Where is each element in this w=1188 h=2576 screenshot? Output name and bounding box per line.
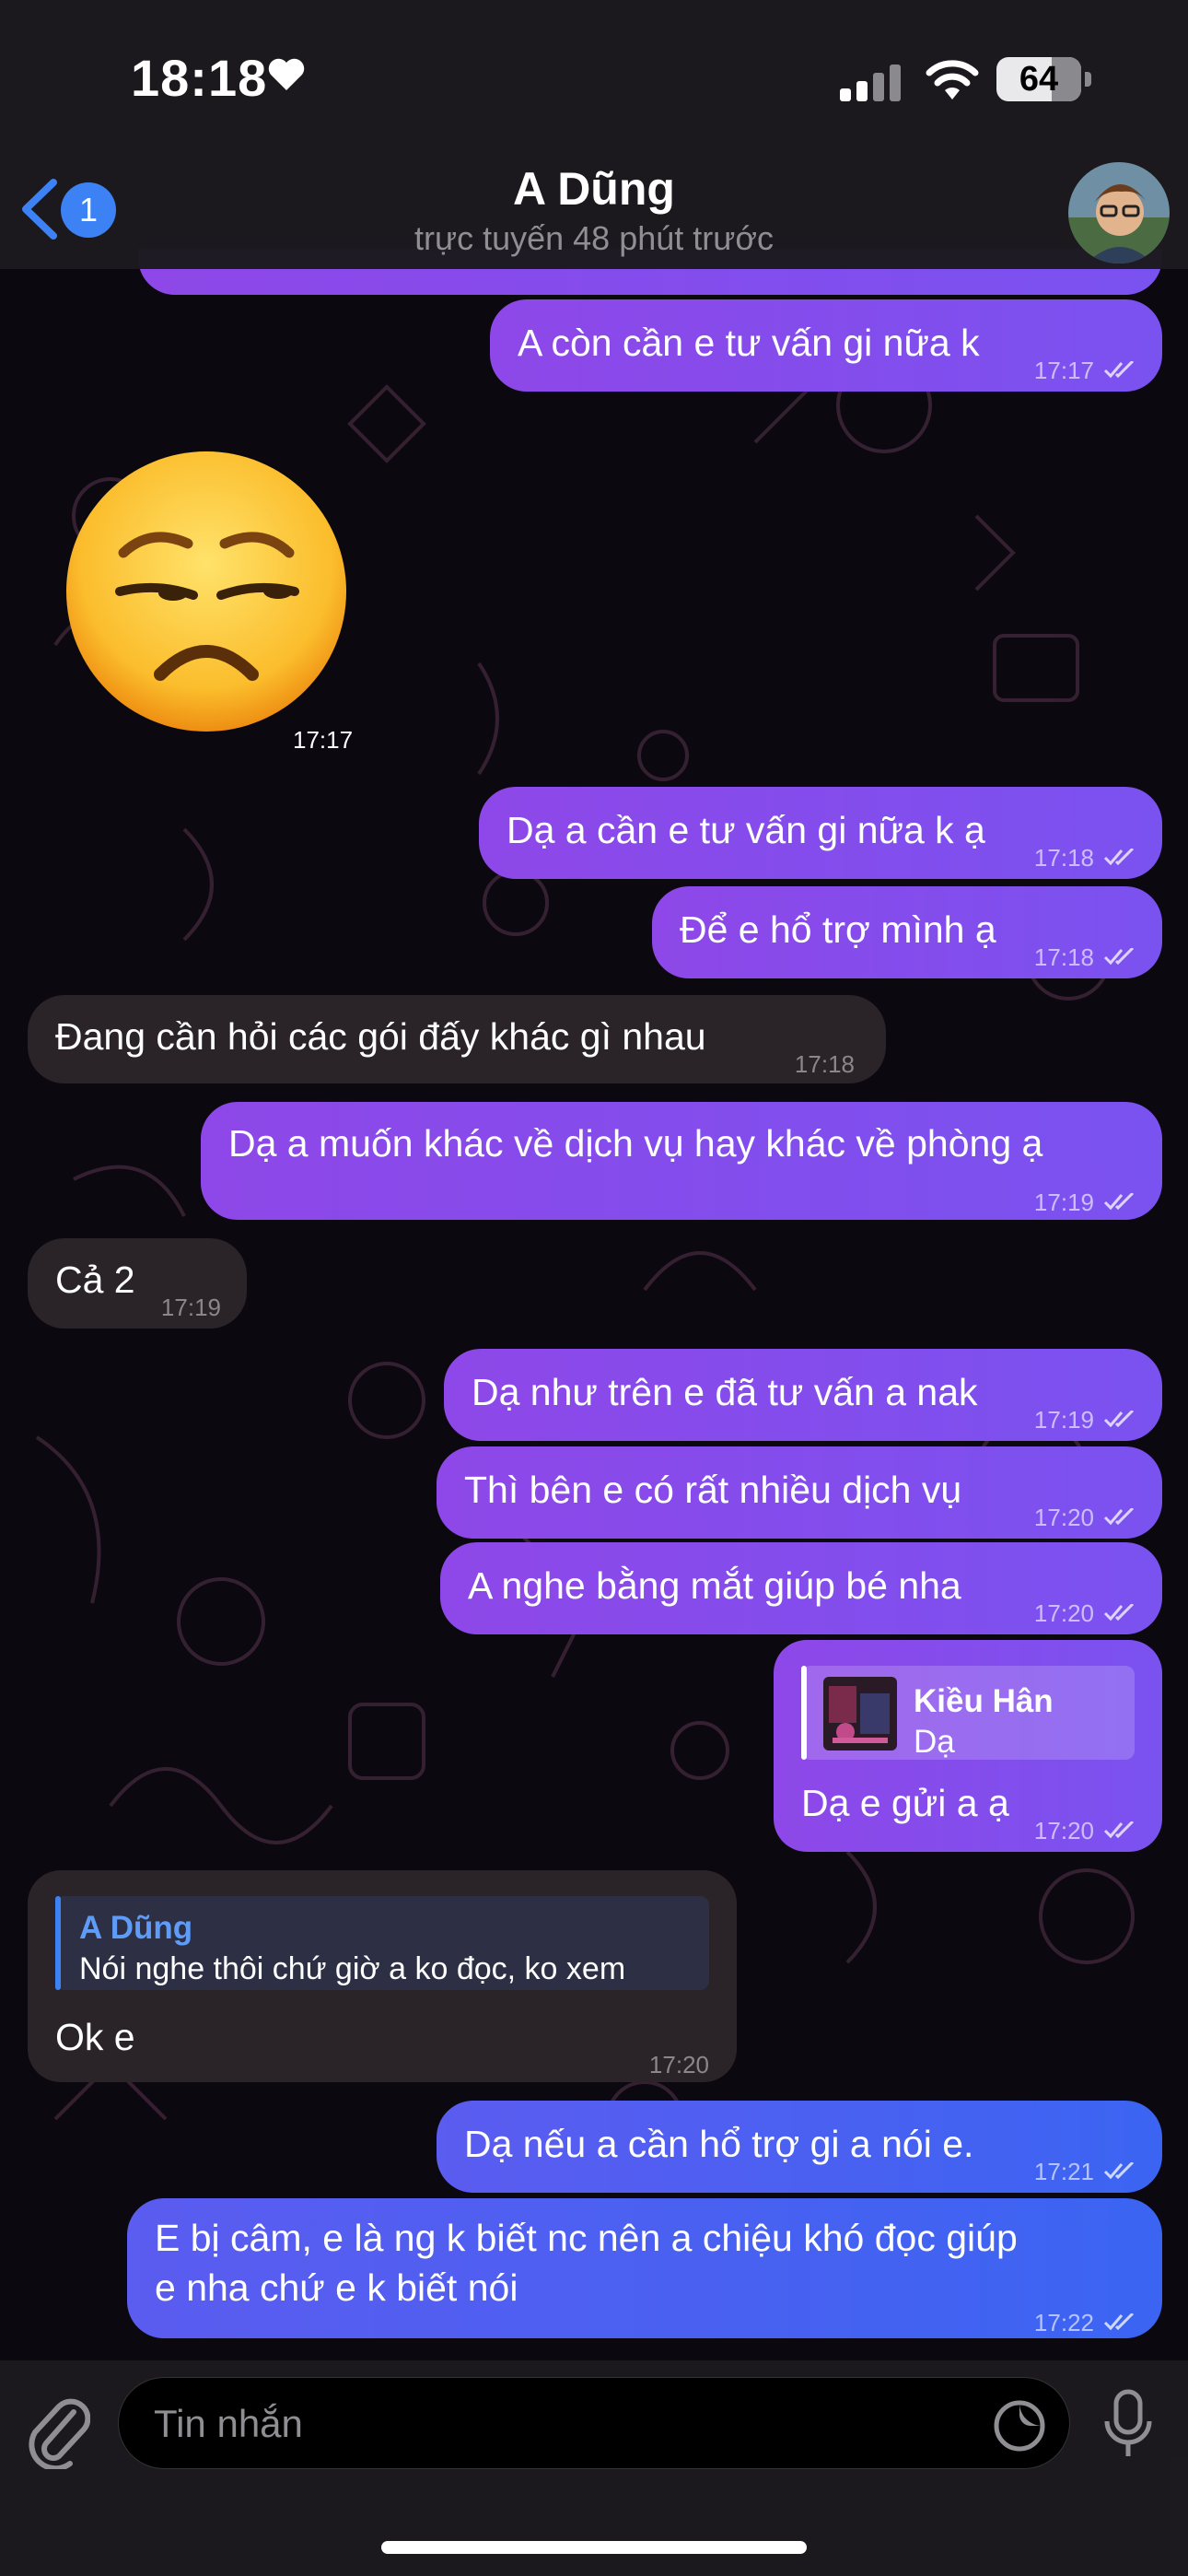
- microphone-icon[interactable]: [1096, 2388, 1160, 2462]
- status-time: 18:18: [131, 49, 268, 107]
- message-text: Dạ e gửi a ạ: [801, 1782, 1009, 1824]
- read-ticks-icon: [1103, 948, 1135, 966]
- read-ticks-icon: [1103, 361, 1135, 379]
- message-time: 17:19: [160, 1294, 221, 1321]
- message-bubble-outgoing[interactable]: A nghe bằng mắt giúp bé nha 17:20: [440, 1542, 1162, 1634]
- message-time: 17:19: [1033, 1406, 1094, 1434]
- home-indicator: [381, 2541, 807, 2554]
- reply-preview[interactable]: A Dũng Nói nghe thôi chứ giờ a ko đọc, k…: [55, 1896, 709, 1990]
- read-ticks-icon: [1103, 1821, 1135, 1839]
- message-text: Dạ a cần e tư vấn gi nữa k ạ: [507, 809, 985, 851]
- message-bubble-outgoing[interactable]: Dạ nếu a cần hổ trợ gi a nói e. 17:21: [437, 2101, 1162, 2193]
- read-ticks-icon: [1103, 2313, 1135, 2331]
- message-bubble-incoming[interactable]: Đang cần hỏi các gói đấy khác gì nhau 17…: [28, 995, 886, 1083]
- message-bubble-outgoing[interactable]: Dạ a muốn khác về dịch vụ hay khác về ph…: [201, 1102, 1162, 1220]
- message-bubble-outgoing[interactable]: Để e hổ trợ mình ạ 17:18: [652, 886, 1162, 978]
- message-meta: 17:20: [1034, 1588, 1136, 1638]
- sticker-icon[interactable]: [992, 2398, 1047, 2453]
- message-text-line1: E bị câm, e là ng k biết nc nên a chiệu …: [155, 2217, 1018, 2259]
- message-meta: 17:19: [1034, 1177, 1136, 1227]
- reply-preview[interactable]: Kiều Hân Dạ: [801, 1666, 1135, 1760]
- message-bubble-outgoing[interactable]: E bị câm, e là ng k biết nc nên a chiệu …: [127, 2198, 1162, 2338]
- message-input[interactable]: Tin nhắn: [118, 2377, 1070, 2469]
- message-text-line2: e nha chứ e k biết nói: [155, 2266, 518, 2309]
- message-meta: 17:22: [1034, 2298, 1136, 2348]
- read-ticks-icon: [1103, 1604, 1135, 1622]
- message-time: 17:20: [648, 2051, 709, 2078]
- message-text: A còn cần e tư vấn gi nữa k: [518, 322, 980, 364]
- message-text: Dạ a muốn khác về dịch vụ hay khác về ph…: [228, 1122, 1043, 1165]
- message-time: 17:19: [1033, 1188, 1094, 1216]
- unamused-face-icon: [66, 451, 346, 732]
- reply-thumbnail: [823, 1677, 897, 1751]
- sticker-emoji[interactable]: [59, 444, 354, 739]
- message-bubble-incoming-reply[interactable]: A Dũng Nói nghe thôi chứ giờ a ko đọc, k…: [28, 1870, 737, 2082]
- reply-snippet: Nói nghe thôi chứ giờ a ko đọc, ko xem: [79, 1951, 626, 1986]
- read-ticks-icon: [1103, 849, 1135, 866]
- message-bubble-outgoing[interactable]: A còn cần e tư vấn gi nữa k 17:17: [490, 299, 1162, 392]
- cellular-signal-icon: [840, 64, 901, 101]
- chat-title[interactable]: A Dũng: [0, 162, 1188, 216]
- message-meta: 17:20: [1034, 1493, 1136, 1542]
- message-text: Đang cần hỏi các gói đấy khác gì nhau: [55, 1015, 706, 1058]
- message-bubble-incoming[interactable]: Cả 2 17:19: [28, 1238, 247, 1329]
- message-time: 17:22: [1033, 2309, 1094, 2336]
- message-bubble-outgoing[interactable]: Dạ a cần e tư vấn gi nữa k ạ 17:18: [479, 787, 1162, 879]
- message-time: 17:20: [1033, 1817, 1094, 1844]
- message-meta: 17:19: [1034, 1395, 1136, 1445]
- message-bubble-outgoing-reply[interactable]: Kiều Hân Dạ Dạ e gửi a ạ 17:20: [774, 1640, 1162, 1852]
- last-seen-status: trực tuyến 48 phút trước: [414, 219, 774, 257]
- message-input-placeholder: Tin nhắn: [154, 2402, 303, 2445]
- message-text: Ok e: [55, 2016, 135, 2058]
- message-bubble-outgoing[interactable]: Thì bên e có rất nhiều dịch vụ 17:20: [437, 1446, 1162, 1539]
- composer-bar: Tin nhắn: [0, 2360, 1188, 2576]
- reply-bar: [55, 1896, 61, 1990]
- read-ticks-icon: [1103, 1193, 1135, 1211]
- message-time: 17:20: [1033, 1599, 1094, 1627]
- message-time: 17:17: [1033, 357, 1094, 384]
- message-bubble-outgoing[interactable]: Dạ như trên e đã tư vấn a nak 17:19: [444, 1349, 1162, 1441]
- message-time: 17:18: [1033, 943, 1094, 971]
- message-time: 17:20: [1033, 1504, 1094, 1531]
- message-text: Dạ như trên e đã tư vấn a nak: [472, 1371, 978, 1413]
- message-time: 17:21: [1033, 2158, 1094, 2185]
- message-text: Để e hổ trợ mình ạ: [680, 908, 996, 951]
- read-ticks-icon: [1103, 2162, 1135, 2180]
- heart-icon: [268, 58, 305, 90]
- message-meta: 17:18: [1034, 932, 1136, 982]
- paperclip-icon[interactable]: [26, 2395, 90, 2469]
- sticker-time: 17:17: [293, 726, 354, 754]
- message-text: Cả 2: [55, 1259, 135, 1301]
- battery-level: 64: [1019, 59, 1059, 99]
- message-text: Thì bên e có rất nhiều dịch vụ: [464, 1469, 962, 1511]
- avatar[interactable]: [1068, 162, 1170, 263]
- read-ticks-icon: [1103, 1411, 1135, 1428]
- message-meta: 17:18: [1034, 833, 1136, 883]
- read-ticks-icon: [1103, 1508, 1135, 1526]
- message-time: 17:18: [794, 1050, 855, 1078]
- battery-tip: [1085, 72, 1091, 87]
- message-time: 17:18: [1033, 844, 1094, 872]
- message-text: A nghe bằng mắt giúp bé nha: [468, 1564, 961, 1607]
- top-bar: 18:18 64 1 A Dũng trực tuyến 48 phút trư…: [0, 0, 1188, 269]
- reply-bar: [801, 1666, 807, 1760]
- message-text: Dạ nếu a cần hổ trợ gi a nói e.: [464, 2123, 974, 2165]
- wifi-icon: [926, 60, 979, 100]
- message-meta: 17:17: [1034, 345, 1136, 395]
- message-meta: 17:20: [1034, 1806, 1136, 1856]
- message-meta: 17:21: [1034, 2147, 1136, 2196]
- battery-indicator: 64: [996, 57, 1081, 101]
- reply-snippet: Dạ: [914, 1724, 955, 1760]
